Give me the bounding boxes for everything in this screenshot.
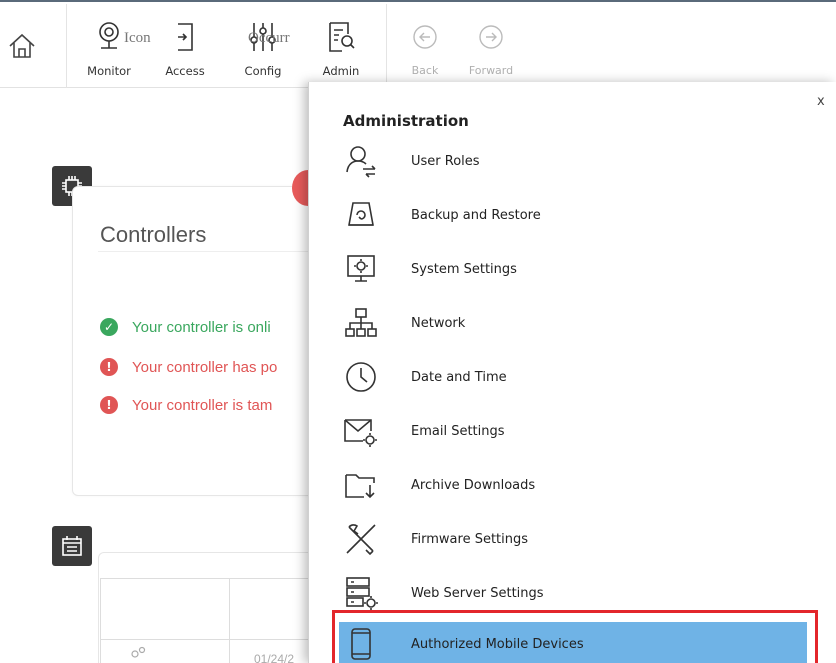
clock-icon	[346, 362, 376, 392]
table-header-occurred: Occurr	[248, 30, 290, 46]
controllers-title: Controllers	[100, 222, 207, 247]
config-label: Config	[244, 64, 282, 78]
menu-label: Archive Downloads	[411, 477, 536, 493]
divider	[98, 251, 318, 252]
back-arrow-icon	[413, 25, 437, 49]
menu-item-date-time[interactable]: Date and Time	[339, 352, 809, 402]
calendar-icon	[52, 526, 92, 566]
admin-document-icon	[329, 22, 355, 52]
status-text: Your controller is tam	[132, 396, 273, 414]
home-icon	[9, 33, 35, 58]
event-type-icon	[131, 646, 146, 658]
archive-downloads-icon	[345, 474, 375, 499]
back-button[interactable]: Back	[390, 18, 460, 82]
forward-arrow-icon	[479, 25, 503, 49]
forward-label: Forward	[468, 64, 514, 77]
exclamation-circle-icon: !	[100, 358, 118, 376]
status-power: ! Your controller has po	[100, 358, 277, 376]
menu-item-email-settings[interactable]: Email Settings	[339, 406, 809, 456]
menu-item-system-settings[interactable]: System Settings	[339, 244, 809, 294]
table-cell-date: 01/24/2	[254, 652, 295, 663]
door-icon	[178, 23, 193, 51]
menu-label: User Roles	[411, 153, 480, 169]
menu-item-user-roles[interactable]: User Roles	[339, 136, 809, 186]
status-text: Your controller has po	[132, 358, 278, 376]
monitor-button[interactable]: Monitor	[74, 18, 144, 82]
admin-label: Admin	[322, 64, 360, 78]
access-label: Access	[165, 64, 205, 78]
menu-item-firmware-settings[interactable]: Firmware Settings	[339, 514, 809, 564]
system-settings-icon	[347, 255, 375, 282]
menu-label: Network	[411, 315, 466, 331]
panel-title: Administration	[343, 112, 469, 130]
check-circle-icon: ✓	[100, 318, 118, 336]
menu-label: Email Settings	[411, 423, 505, 439]
config-button[interactable]: Config	[228, 18, 298, 82]
toolbar-divider	[386, 4, 387, 88]
menu-item-backup-restore[interactable]: Backup and Restore	[339, 190, 809, 240]
administration-panel: x Administration User Roles Backup and R…	[308, 82, 836, 663]
monitor-label: Monitor	[87, 64, 131, 78]
menu-item-network[interactable]: Network	[339, 298, 809, 348]
selection-highlight-box	[332, 610, 818, 663]
user-roles-icon	[346, 146, 376, 178]
table-header-icon: Icon	[124, 30, 151, 46]
menu-item-archive-downloads[interactable]: Archive Downloads	[339, 460, 809, 510]
menu-label: Date and Time	[411, 369, 507, 385]
status-text: Your controller is onli	[132, 318, 271, 336]
network-icon	[345, 308, 377, 337]
menu-label: Web Server Settings	[411, 585, 544, 601]
firmware-tools-icon	[346, 524, 376, 556]
admin-button[interactable]: Admin	[306, 18, 376, 82]
forward-button[interactable]: Forward	[456, 18, 526, 82]
home-button[interactable]	[0, 4, 44, 88]
toolbar-divider	[66, 4, 67, 88]
back-label: Back	[411, 64, 439, 77]
backup-restore-icon	[348, 202, 374, 226]
email-settings-icon	[344, 419, 377, 447]
menu-label: System Settings	[411, 261, 517, 277]
menu-label: Backup and Restore	[411, 207, 541, 223]
status-online: ✓ Your controller is onli	[100, 318, 271, 336]
close-button[interactable]: x	[817, 94, 825, 109]
menu-label: Firmware Settings	[411, 531, 529, 547]
status-tamper: ! Your controller is tam	[100, 396, 272, 414]
webcam-icon	[99, 22, 119, 49]
access-button[interactable]: Access	[150, 18, 220, 82]
web-server-settings-icon	[346, 577, 378, 610]
exclamation-circle-icon: !	[100, 396, 118, 414]
